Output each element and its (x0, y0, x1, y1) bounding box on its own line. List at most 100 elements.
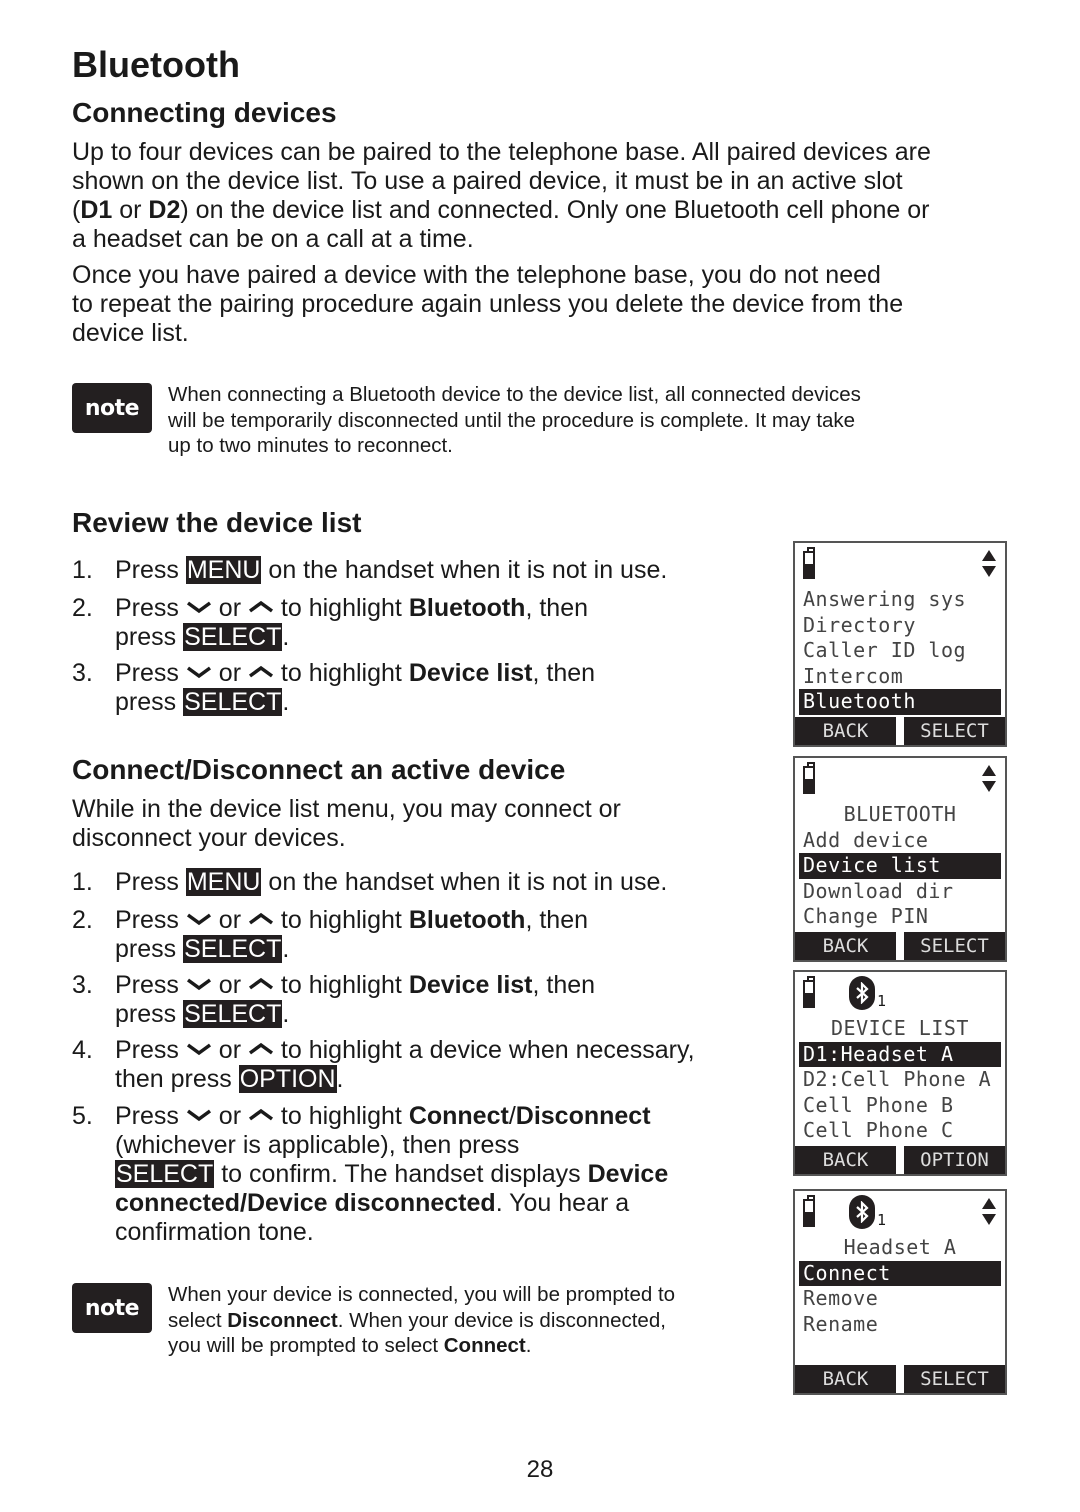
text: Press (115, 868, 186, 896)
softkey-back: BACK (795, 932, 896, 960)
connecting-paragraph-1: Up to four devices can be paired to the … (72, 138, 1022, 254)
battery-icon (803, 1195, 815, 1227)
battery-icon (803, 762, 815, 794)
menu-item: Change PIN (803, 904, 929, 928)
bold-text: Device list (408, 971, 533, 999)
text-line: select Disconnect. When your device is d… (168, 1308, 788, 1334)
text-line: (D1 or D2) on the device list and connec… (72, 196, 930, 224)
text: select (168, 1308, 228, 1332)
text: . (282, 1000, 290, 1028)
option-item-highlighted: Connect (799, 1260, 1001, 1286)
device-item: D2:Cell Phone A (803, 1067, 992, 1091)
softkey-select: SELECT (904, 932, 1005, 960)
text: then press (115, 1065, 239, 1093)
chevron-up-icon (248, 1042, 274, 1056)
chevron-up-icon (248, 1108, 274, 1122)
text: press (115, 623, 184, 651)
select-key-label: SELECT (183, 935, 283, 963)
select-key-label: SELECT (115, 1160, 215, 1188)
text-line: to repeat the pairing procedure again un… (72, 290, 904, 318)
softkey-back: BACK (795, 1146, 896, 1174)
text-line: When your device is connected, you will … (168, 1283, 676, 1306)
handset-screen-main-menu: Answering sys Directory Caller ID log In… (793, 541, 1007, 747)
step-number: 3. (72, 971, 93, 999)
text-line: confirmation tone. (115, 1218, 314, 1246)
connecting-paragraph-2: Once you have paired a device with the t… (72, 261, 1022, 348)
menu-item: Caller ID log (803, 638, 967, 662)
text: . When your device is disconnected, (337, 1308, 666, 1332)
bold-text: Disconnect (227, 1308, 338, 1332)
chevron-down-icon (186, 600, 212, 614)
text: to highlight (273, 1102, 409, 1130)
chevron-down-icon (186, 1108, 212, 1122)
note-badge: note (72, 1283, 152, 1333)
screen-title: DEVICE LIST (831, 1016, 969, 1040)
menu-item: Answering sys (803, 587, 967, 611)
menu-item: Add device (803, 827, 929, 852)
bold-text: Device (587, 1160, 669, 1188)
text-line: shown on the device list. To use a paire… (72, 167, 903, 195)
note-connect: When your device is connected, you will … (168, 1282, 788, 1359)
softkey-back: BACK (795, 717, 896, 745)
text: . (282, 688, 290, 716)
chevron-down-icon (186, 977, 212, 991)
text: or (211, 1102, 248, 1130)
chevron-down-icon (186, 1042, 212, 1056)
page-title: Bluetooth (72, 44, 240, 85)
menu-item: Download dir (803, 878, 954, 903)
menu-key-label: MENU (185, 556, 262, 584)
text: to highlight (273, 659, 409, 687)
text-line: a headset can be on a call at a time. (72, 225, 474, 253)
step-number: 4. (72, 1036, 93, 1064)
text: Press (115, 659, 186, 687)
text: Press (115, 1102, 186, 1130)
text-line: Once you have paired a device with the t… (72, 261, 881, 289)
device-item-highlighted: D1:Headset A (799, 1041, 1001, 1067)
text: Press (115, 971, 186, 999)
heading-review-device-list: Review the device list (72, 507, 362, 538)
text: to highlight (273, 906, 409, 934)
bluetooth-icon (849, 1195, 875, 1229)
scroll-arrows-icon (982, 1198, 996, 1225)
text: Press (115, 594, 186, 622)
menu-key-label: MENU (185, 868, 262, 896)
text-line: When connecting a Bluetooth device to th… (168, 383, 861, 406)
bold-text: Bluetooth (408, 594, 526, 622)
text-line: disconnect your devices. (72, 824, 346, 852)
handset-screen-device-list: 1 DEVICE LIST D1:Headset A D2:Cell Phone… (793, 970, 1007, 1176)
option-item: Rename (803, 1311, 879, 1336)
text: , then (532, 659, 596, 687)
option-key-label: OPTION (238, 1065, 337, 1093)
bold-text: Bluetooth (408, 906, 526, 934)
text: or (211, 971, 248, 999)
text: press (115, 688, 184, 716)
softkey-select: SELECT (904, 1365, 1005, 1393)
text: you will be prompted to select (168, 1334, 444, 1357)
text-line: While in the device list menu, you may c… (72, 795, 621, 823)
text: press (115, 1000, 184, 1028)
text: , then (525, 594, 589, 622)
text: or (211, 659, 248, 687)
heading-connecting-devices: Connecting devices (72, 97, 337, 128)
note-badge: note (72, 383, 152, 433)
select-key-label: SELECT (183, 623, 283, 651)
handset-screen-device-options: 1 Headset A Connect Remove Rename BACK S… (793, 1189, 1007, 1395)
text: . (282, 935, 290, 963)
text: Press (115, 1036, 186, 1064)
softkey-back: BACK (795, 1365, 896, 1393)
text: Press (115, 556, 186, 584)
heading-connect-disconnect: Connect/Disconnect an active device (72, 754, 566, 785)
step-number: 2. (72, 906, 93, 934)
step-number: 1. (72, 556, 93, 584)
select-key-label: SELECT (183, 688, 283, 716)
screen-title: Headset A (843, 1235, 957, 1259)
device-item: Cell Phone B (803, 1092, 954, 1117)
step-number: 5. (72, 1102, 93, 1130)
text-line: (whichever is applicable), then press (115, 1131, 520, 1159)
bold-text: connected/Device disconnected (115, 1189, 496, 1217)
text: or (211, 594, 248, 622)
chevron-up-icon (248, 665, 274, 679)
device-item: Cell Phone C (803, 1118, 954, 1142)
bold-text: Disconnect (515, 1102, 651, 1130)
chevron-down-icon (186, 665, 212, 679)
